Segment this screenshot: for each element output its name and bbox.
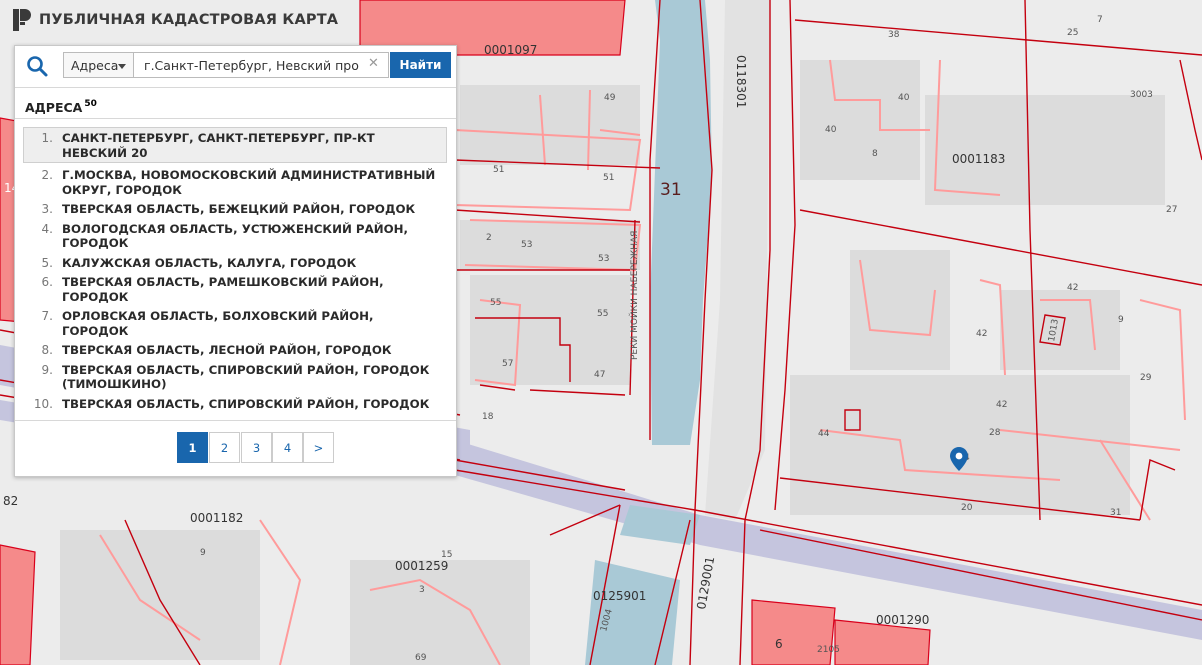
page-4-button[interactable]: 4	[272, 432, 303, 463]
result-number: 1.	[41, 131, 53, 145]
results-header: АДРЕСА 50	[15, 88, 456, 119]
search-icon[interactable]	[25, 54, 49, 78]
svg-text:8: 8	[872, 149, 878, 159]
results-section: АДРЕСА 50 1. САНКТ-ПЕТЕРБУРГ, САНКТ-ПЕТЕРБ…	[15, 87, 456, 476]
svg-text:0001097: 0001097	[484, 43, 537, 57]
svg-text:25: 25	[1067, 28, 1078, 38]
svg-text:53: 53	[598, 254, 609, 264]
logo-icon	[13, 9, 31, 31]
map-pin-icon[interactable]	[950, 447, 968, 471]
svg-text:28: 28	[989, 428, 1001, 438]
svg-text:49: 49	[604, 93, 616, 103]
result-number: 9.	[41, 362, 53, 377]
result-item[interactable]: 1. САНКТ-ПЕТЕРБУРГ, САНКТ-ПЕТЕРБУРГ, ПР-К…	[23, 127, 447, 163]
result-number: 10.	[33, 396, 53, 411]
result-address: ТВЕРСКАЯ ОБЛАСТЬ, ЛЕСНОЙ РАЙОН, ГОРОДОК	[62, 343, 392, 357]
svg-text:3: 3	[419, 585, 425, 595]
result-item[interactable]: 6. ТВЕРСКАЯ ОБЛАСТЬ, РАМЕШКОВСКИЙ РАЙОН, …	[24, 273, 447, 307]
result-address: ВОЛОГОДСКАЯ ОБЛАСТЬ, УСТЮЖЕНСКИЙ РАЙОН, …	[62, 221, 408, 251]
svg-text:53: 53	[521, 240, 532, 250]
svg-text:44: 44	[818, 429, 830, 439]
svg-text:0001183: 0001183	[952, 152, 1005, 166]
svg-text:29: 29	[1140, 373, 1152, 383]
svg-text:51: 51	[603, 173, 614, 183]
svg-text:69: 69	[415, 653, 427, 663]
result-address: Г.МОСКВА, НОВОМОСКОВСКИЙ АДМИНИСТРАТИВНЫ…	[62, 168, 436, 197]
svg-text:0118301: 0118301	[734, 55, 748, 108]
result-number: 5.	[41, 255, 53, 270]
top-bar: ПУБЛИЧНАЯ КАДАСТРОВАЯ КАРТА	[0, 0, 338, 40]
result-item[interactable]: 7. ОРЛОВСКАЯ ОБЛАСТЬ, БОЛХОВСКИЙ РАЙОН, Г…	[24, 307, 447, 341]
app-title: ПУБЛИЧНАЯ КАДАСТРОВАЯ КАРТА	[39, 12, 339, 28]
svg-text:27: 27	[1166, 205, 1177, 215]
result-item[interactable]: 4. ВОЛОГОДСКАЯ ОБЛАСТЬ, УСТЮЖЕНСКИЙ РАЙОН…	[24, 220, 447, 254]
pagination: 1 2 3 4 >	[15, 420, 456, 476]
svg-text:0001290: 0001290	[876, 613, 929, 627]
search-input[interactable]	[133, 52, 389, 78]
svg-text:15: 15	[441, 550, 452, 560]
svg-text:9: 9	[1118, 315, 1124, 325]
result-item[interactable]: 9. ТВЕРСКАЯ ОБЛАСТЬ, СПИРОВСКИЙ РАЙОН, ГО…	[24, 361, 447, 395]
svg-text:31: 31	[660, 180, 682, 200]
results-title: АДРЕСА	[25, 100, 83, 115]
svg-text:0001182: 0001182	[190, 511, 243, 525]
result-address: ОРЛОВСКАЯ ОБЛАСТЬ, БОЛХОВСКИЙ РАЙОН, ГОР…	[62, 309, 374, 338]
svg-text:6: 6	[775, 637, 783, 651]
svg-text:2105: 2105	[817, 645, 840, 655]
result-item[interactable]: 10. ТВЕРСКАЯ ОБЛАСТЬ, СПИРОВСКИЙ РАЙОН, Г…	[24, 395, 447, 415]
search-panel: Адреса ✕ Найти АДРЕСА50 1. САНКТ-ПЕТЕРБУР…	[14, 45, 457, 477]
result-item[interactable]: 5. КАЛУЖСКАЯ ОБЛАСТЬ, КАЛУГА, ГОРОДОК	[24, 254, 447, 274]
svg-text:40: 40	[825, 125, 837, 135]
svg-text:55: 55	[597, 309, 608, 319]
svg-text:42: 42	[996, 400, 1007, 410]
svg-text:38: 38	[888, 30, 900, 40]
svg-text:51: 51	[493, 165, 504, 175]
clear-icon[interactable]: ✕	[368, 57, 379, 71]
svg-text:55: 55	[490, 298, 501, 308]
svg-text:9: 9	[200, 548, 206, 558]
result-address: ТВЕРСКАЯ ОБЛАСТЬ, РАМЕШКОВСКИЙ РАЙОН, ГО…	[62, 275, 384, 304]
page-1-button[interactable]: 1	[177, 432, 208, 463]
result-address: ТВЕРСКАЯ ОБЛАСТЬ, БЕЖЕЦКИЙ РАЙОН, ГОРОДО…	[62, 202, 416, 216]
result-number: 8.	[41, 343, 53, 357]
find-button[interactable]: Найти	[390, 52, 451, 78]
svg-text:РЕКИ МОЙКИ НАБЕРЕЖНАЯ: РЕКИ МОЙКИ НАБЕРЕЖНАЯ	[628, 231, 640, 360]
page-3-button[interactable]: 3	[241, 432, 272, 463]
svg-text:42: 42	[976, 329, 987, 339]
search-type-select[interactable]: Адреса	[63, 52, 133, 78]
svg-text:47: 47	[594, 370, 605, 380]
svg-text:0125901: 0125901	[593, 589, 646, 603]
result-address: КАЛУЖСКАЯ ОБЛАСТЬ, КАЛУГА, ГОРОДОК	[62, 255, 357, 270]
result-address: ТВЕРСКАЯ ОБЛАСТЬ, СПИРОВСКИЙ РАЙОН, ГОРО…	[62, 396, 430, 411]
svg-text:18: 18	[482, 412, 494, 422]
search-row: Адреса ✕ Найти	[15, 46, 456, 87]
svg-text:3003: 3003	[1130, 90, 1153, 100]
result-item[interactable]: 2. Г.МОСКВА, НОВОМОСКОВСКИЙ АДМИНИСТРАТИВ…	[24, 166, 447, 200]
result-address: ТВЕРСКАЯ ОБЛАСТЬ, СПИРОВСКИЙ РАЙОН, ГОРО…	[62, 362, 430, 392]
svg-text:2: 2	[486, 233, 492, 243]
result-address: САНКТ-ПЕТЕРБУРГ, САНКТ-ПЕТЕРБУРГ, ПР-КТ …	[62, 131, 375, 160]
result-item[interactable]: 8. ТВЕРСКАЯ ОБЛАСТЬ, ЛЕСНОЙ РАЙОН, ГОРОДО…	[24, 341, 447, 361]
result-number: 3.	[41, 202, 53, 216]
svg-text:7: 7	[1097, 15, 1103, 25]
result-number: 2.	[41, 168, 53, 182]
svg-text:82: 82	[3, 494, 18, 508]
results-list: 1. САНКТ-ПЕТЕРБУРГ, САНКТ-ПЕТЕРБУРГ, ПР-К…	[15, 119, 456, 420]
svg-text:20: 20	[961, 503, 973, 513]
svg-text:40: 40	[898, 93, 910, 103]
result-number: 4.	[41, 221, 53, 236]
page-2-button[interactable]: 2	[209, 432, 240, 463]
result-item[interactable]: 3. ТВЕРСКАЯ ОБЛАСТЬ, БЕЖЕЦКИЙ РАЙОН, ГОРО…	[24, 200, 447, 220]
svg-text:57: 57	[502, 359, 513, 369]
svg-text:42: 42	[1067, 283, 1078, 293]
result-number: 6.	[41, 275, 53, 289]
chevron-down-icon	[118, 64, 126, 69]
svg-text:0001259: 0001259	[395, 559, 448, 573]
next-page-button[interactable]: >	[303, 432, 334, 463]
results-count: 50	[84, 98, 97, 109]
search-type-value: Адреса	[71, 57, 119, 73]
svg-text:31: 31	[1110, 508, 1121, 518]
result-number: 7.	[41, 309, 53, 323]
